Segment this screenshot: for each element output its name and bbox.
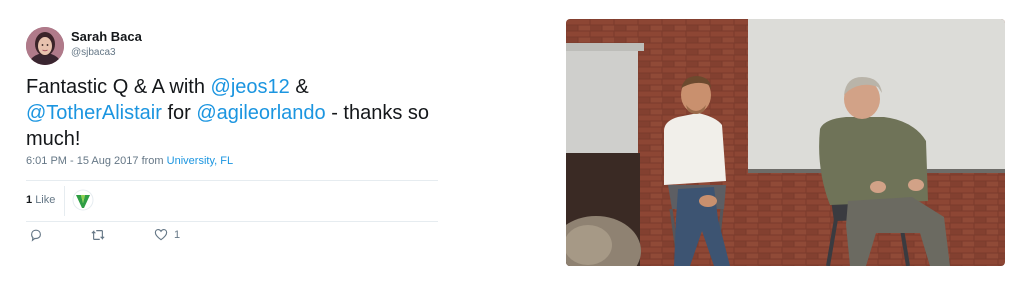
tweet-meta: 6:01 PM - 15 Aug 2017 from University, F… <box>26 155 233 167</box>
author-block: Sarah Baca @sjbaca3 <box>71 29 142 60</box>
tweet-text-part: for <box>161 102 197 124</box>
likes-number: 1 <box>26 194 33 206</box>
stats-divider <box>64 186 65 216</box>
retweet-icon <box>91 230 105 240</box>
author-avatar[interactable] <box>26 27 64 65</box>
tweet-stats: 1 Like <box>26 180 438 222</box>
reply-icon <box>31 229 41 242</box>
mention-link[interactable]: @jeos12 <box>211 76 290 98</box>
location-link[interactable]: University, FL <box>167 155 233 167</box>
mention-link[interactable]: @agileorlando <box>196 102 325 124</box>
heart-icon <box>154 228 168 241</box>
tweet-text-part: & <box>289 76 309 98</box>
tweet-text: Fantastic Q & A with @jeos12 & @TotherAl… <box>26 74 466 152</box>
retweet-button[interactable] <box>90 228 106 242</box>
timestamp[interactable]: 6:01 PM - 15 Aug 2017 <box>26 155 139 167</box>
attached-photo[interactable] <box>566 19 1005 266</box>
mention-link[interactable]: @TotherAlistair <box>26 102 162 124</box>
author-handle[interactable]: @sjbaca3 <box>71 46 142 60</box>
like-button[interactable]: 1 <box>154 228 180 241</box>
from-label: from <box>138 155 167 167</box>
likes-count[interactable]: 1 Like <box>26 194 55 206</box>
tweet-text-part: Fantastic Q & A with <box>26 76 211 98</box>
like-count: 1 <box>174 228 181 241</box>
likes-label: Like <box>35 194 56 206</box>
liker-avatar-icon[interactable] <box>72 189 94 211</box>
reply-button[interactable] <box>29 228 43 242</box>
tweet-actions: 1 <box>26 228 226 248</box>
author-name[interactable]: Sarah Baca <box>71 29 142 45</box>
